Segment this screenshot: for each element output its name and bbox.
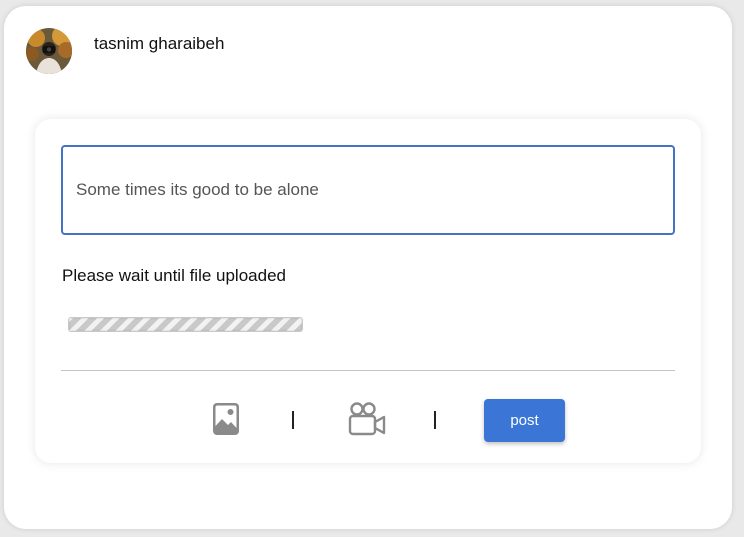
user-name[interactable]: tasnim gharaibeh xyxy=(94,34,224,54)
post-card: tasnim gharaibeh Please wait until file … xyxy=(4,6,732,529)
divider xyxy=(61,370,675,371)
upload-progress-bar xyxy=(68,317,303,332)
toolbar-separator xyxy=(292,411,294,429)
video-camera-icon[interactable] xyxy=(347,401,387,437)
image-icon[interactable] xyxy=(210,401,242,437)
composer-card: Please wait until file uploaded post xyxy=(35,119,701,463)
post-text-input[interactable] xyxy=(61,145,675,235)
avatar-image xyxy=(26,28,72,74)
user-avatar[interactable] xyxy=(26,28,72,74)
toolbar-separator xyxy=(434,411,436,429)
post-button[interactable]: post xyxy=(484,399,565,442)
upload-status-text: Please wait until file uploaded xyxy=(62,266,286,285)
upload-progress-fill xyxy=(69,318,302,331)
